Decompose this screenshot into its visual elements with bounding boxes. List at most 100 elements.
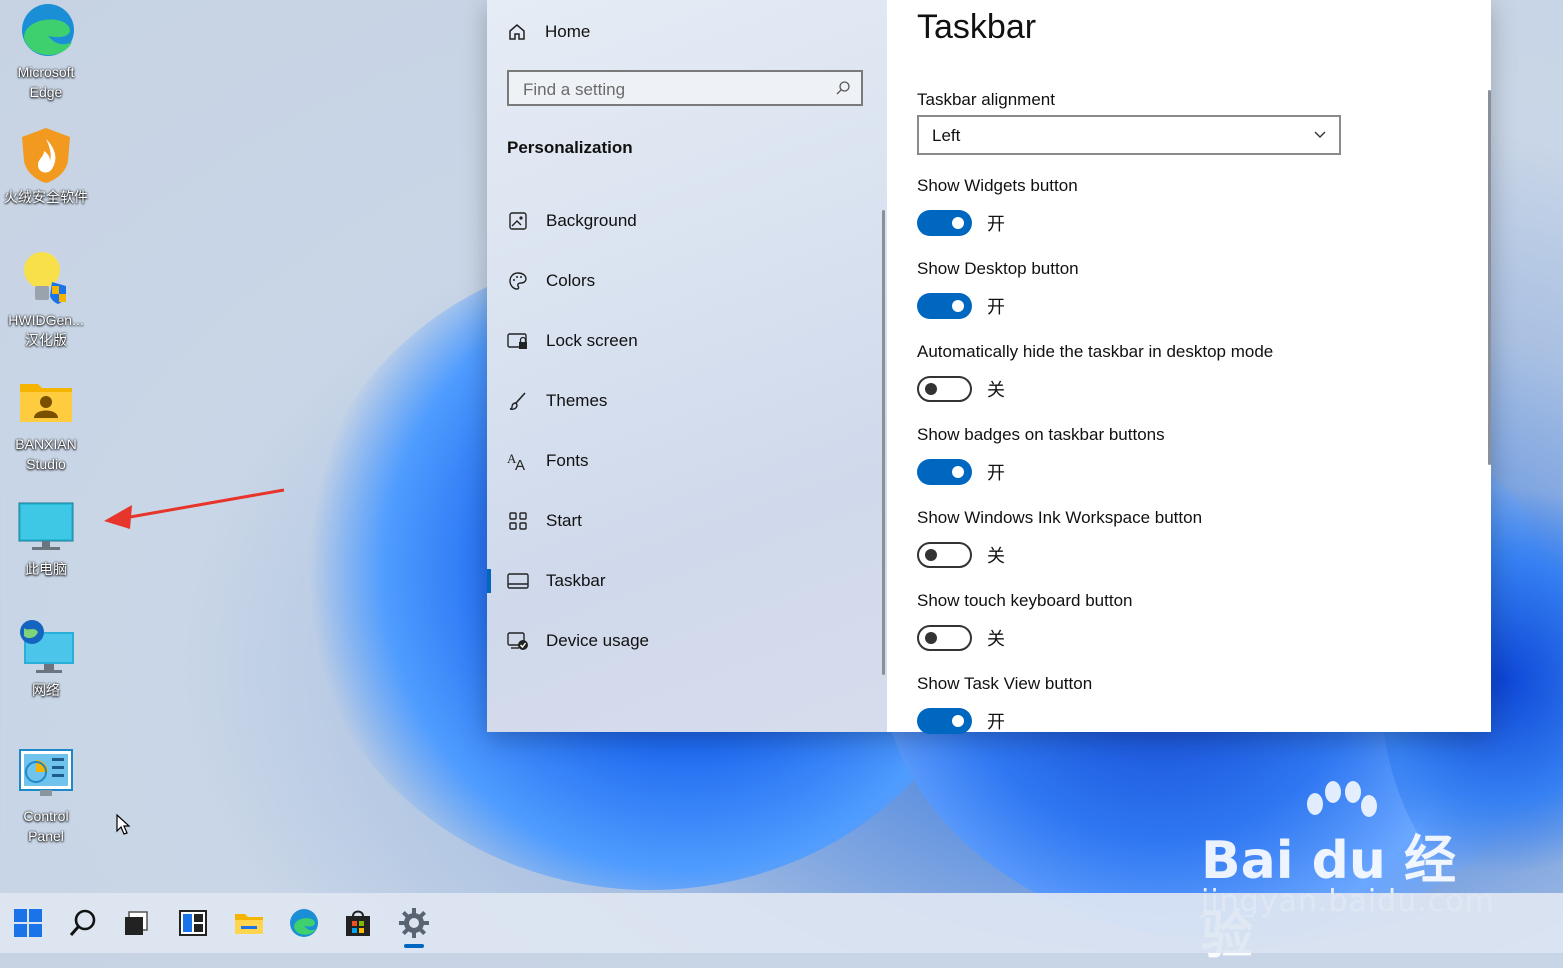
desktop-icon-lightbulb-app[interactable]: HWIDGen... 汉化版 — [0, 248, 92, 350]
store-icon — [346, 910, 370, 936]
toggle-label: Automatically hide the taskbar in deskto… — [917, 342, 1274, 361]
toggle-knob — [952, 466, 964, 478]
task-view-button[interactable] — [116, 903, 156, 943]
taskbar-alignment-dropdown[interactable]: Left — [917, 115, 1341, 155]
sidebar-item-background[interactable]: Background — [487, 199, 887, 243]
search-placeholder: Find a setting — [523, 80, 626, 99]
home-label: Home — [545, 22, 591, 41]
find-setting-search-box[interactable]: Find a setting — [507, 70, 863, 106]
sidebar-item-lock-screen[interactable]: Lock screen — [487, 319, 887, 363]
taskbar — [0, 893, 1563, 953]
home-icon — [509, 24, 525, 40]
desktop-icon-network[interactable]: 网络 — [0, 618, 92, 700]
toggle-label: Show badges on taskbar buttons — [917, 425, 1165, 444]
content-scrollbar[interactable] — [1488, 90, 1491, 465]
palette-icon — [507, 270, 529, 292]
start-grid-icon — [507, 510, 529, 532]
fonts-icon: AA — [507, 450, 529, 472]
svg-text:A: A — [515, 457, 525, 471]
settings-nav-pane: Home Find a setting Personalization Back… — [487, 0, 887, 732]
toggle-switch[interactable] — [917, 708, 972, 734]
desktop-icon-huorong-security[interactable]: 火绒安全软件 — [0, 125, 92, 207]
toggle-label: Show touch keyboard button — [917, 591, 1133, 610]
edge-icon — [290, 909, 318, 937]
toggle-row: 开 — [917, 210, 1005, 236]
search-icon — [69, 909, 96, 936]
settings-gear-icon — [399, 908, 429, 938]
toggle-row: 开 — [917, 293, 1005, 319]
widgets-icon — [179, 910, 207, 936]
sidebar-item-label: Themes — [546, 391, 608, 410]
toggle-switch[interactable] — [917, 459, 972, 485]
start-icon — [14, 909, 42, 937]
picture-icon — [507, 210, 529, 232]
toggle-state-text: 关 — [987, 629, 1005, 649]
sidebar-item-label: Start — [546, 511, 582, 530]
toggle-label: Show Windows Ink Workspace button — [917, 508, 1203, 527]
sidebar-item-start[interactable]: Start — [487, 499, 887, 543]
desktop-icon-control-panel[interactable]: Control Panel — [0, 744, 92, 846]
taskbar-alignment-value: Left — [932, 126, 961, 145]
toggle-label: Show Desktop button — [917, 259, 1079, 278]
settings-taskbar-button[interactable] — [394, 903, 434, 943]
desktop-icon-label: 此电脑 — [25, 561, 67, 577]
edge-icon — [16, 0, 76, 60]
sidebar-item-fonts[interactable]: A A Fonts — [487, 439, 887, 483]
page-title: Taskbar — [917, 8, 1037, 46]
toggle-knob — [925, 549, 937, 561]
desktop-icon-label: HWIDGen... 汉化版 — [8, 312, 84, 348]
taskbar-search-button[interactable] — [63, 903, 103, 943]
nav-scrollbar[interactable] — [882, 210, 885, 675]
sidebar-item-colors[interactable]: Colors — [487, 259, 887, 303]
lightbulb-app-icon — [16, 248, 76, 308]
control-panel-icon — [16, 744, 76, 804]
toggle-state-text: 关 — [987, 546, 1005, 566]
toggle-switch[interactable] — [917, 625, 972, 651]
sidebar-item-label: Lock screen — [546, 331, 638, 350]
store-button[interactable] — [338, 903, 378, 943]
toggle-switch[interactable] — [917, 542, 972, 568]
toggle-state-text: 开 — [987, 214, 1005, 234]
sidebar-item-label: Background — [546, 211, 637, 230]
toggle-switch[interactable] — [917, 210, 972, 236]
desktop-icon-this-pc[interactable]: 此电脑 — [0, 497, 92, 579]
toggle-switch[interactable] — [917, 376, 972, 402]
section-title: Personalization — [507, 138, 633, 157]
desktop-icon-user-folder[interactable]: BANXIAN Studio — [0, 372, 92, 474]
toggle-state-text: 开 — [987, 463, 1005, 483]
file-explorer-button[interactable] — [229, 903, 269, 943]
device-usage-icon — [507, 630, 529, 652]
toggle-state-text: 开 — [987, 297, 1005, 317]
user-folder-icon — [16, 372, 76, 432]
toggle-row: 开 — [917, 459, 1005, 485]
start-button[interactable] — [8, 903, 48, 943]
edge-taskbar-button[interactable] — [284, 903, 324, 943]
sidebar-item-device-usage[interactable]: Device usage — [487, 619, 887, 663]
sidebar-item-label: Fonts — [546, 451, 589, 470]
sidebar-item-label: Taskbar — [546, 571, 606, 590]
network-icon — [16, 618, 76, 678]
lock-screen-icon — [507, 330, 529, 352]
toggle-knob — [952, 300, 964, 312]
sidebar-item-taskbar[interactable]: Taskbar — [487, 559, 887, 603]
toggle-state-text: 开 — [987, 712, 1005, 732]
active-app-indicator — [404, 944, 424, 948]
toggle-knob — [925, 632, 937, 644]
toggle-switch[interactable] — [917, 293, 972, 319]
desktop-icon-label: 火绒安全软件 — [4, 189, 88, 205]
toggle-label: Show Task View button — [917, 674, 1093, 693]
this-pc-icon — [16, 497, 76, 557]
file-explorer-icon — [235, 914, 263, 934]
home-nav-item[interactable]: Home — [507, 18, 590, 46]
desktop-icon-label: Control Panel — [23, 808, 69, 844]
desktop-icon-label: Microsoft Edge — [17, 64, 75, 100]
toggle-label: Show Widgets button — [917, 176, 1078, 195]
sidebar-item-label: Device usage — [546, 631, 650, 650]
toggle-knob — [952, 217, 964, 229]
sidebar-item-themes[interactable]: Themes — [487, 379, 887, 423]
sidebar-item-label: Colors — [546, 271, 596, 290]
desktop-icon-edge[interactable]: Microsoft Edge — [0, 0, 92, 102]
taskbar-icon — [507, 570, 529, 592]
widgets-button[interactable] — [173, 903, 213, 943]
huorong-security-icon — [16, 125, 76, 185]
